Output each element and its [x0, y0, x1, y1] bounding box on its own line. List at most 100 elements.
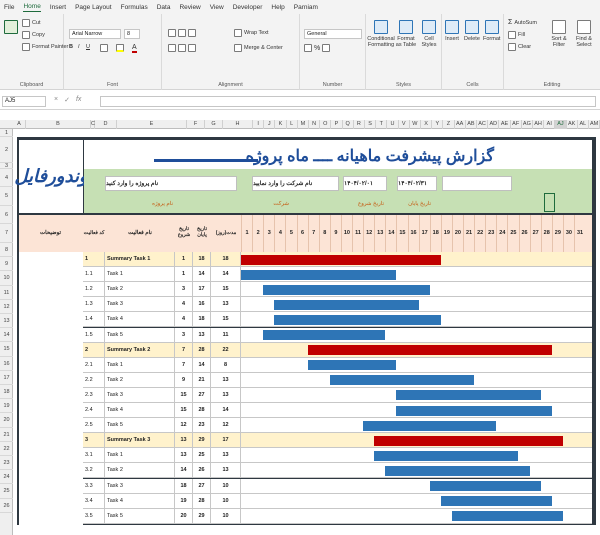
fill-color-button[interactable] — [116, 44, 124, 52]
column-header[interactable]: U — [387, 120, 399, 129]
menu-tab[interactable]: Data — [157, 4, 171, 11]
column-header[interactable]: S — [365, 120, 377, 129]
confirm-icon[interactable]: ✓ — [64, 96, 70, 104]
halign-buttons[interactable] — [168, 44, 196, 52]
cancel-icon[interactable]: × — [54, 96, 58, 104]
format-as-table-button[interactable]: Format as Table — [395, 20, 417, 48]
format-button[interactable]: Format — [483, 20, 500, 42]
task-bar[interactable] — [440, 496, 552, 507]
italic-button[interactable]: I — [78, 44, 80, 50]
column-header[interactable]: AH — [533, 120, 545, 129]
conditional-formatting-button[interactable]: Conditional Formatting — [367, 20, 395, 48]
menu-tab[interactable]: Page Layout — [75, 4, 112, 11]
menu-tab[interactable]: Formulas — [121, 4, 148, 11]
row-header[interactable]: 11 — [0, 286, 13, 300]
task-bar[interactable] — [307, 360, 397, 371]
task-row[interactable]: 3.5 Task 5 20 29 10 — [83, 508, 592, 524]
wrap-text-button[interactable]: Wrap Text — [234, 29, 269, 37]
task-row[interactable]: 1.3 Task 3 4 16 13 — [83, 297, 592, 313]
column-header[interactable]: AG — [522, 120, 533, 129]
cut-button[interactable]: Cut — [22, 19, 41, 27]
column-header[interactable]: P — [331, 120, 343, 129]
merge-center-button[interactable]: Merge & Center — [234, 44, 283, 52]
column-header[interactable]: M — [298, 120, 309, 129]
clear-button[interactable]: Clear — [508, 43, 531, 51]
column-header[interactable]: A — [13, 120, 26, 129]
column-header[interactable]: X — [421, 120, 433, 129]
paste-button[interactable] — [4, 20, 18, 34]
task-row[interactable]: 2 Summary Task 2 7 28 22 — [83, 342, 592, 358]
function-icon[interactable]: fx — [76, 96, 81, 104]
row-header[interactable]: 15 — [0, 342, 13, 357]
fill-button[interactable]: Fill — [508, 31, 525, 39]
column-header[interactable]: R — [354, 120, 365, 129]
column-header[interactable]: Z — [443, 120, 455, 129]
task-row[interactable]: 3.4 Task 4 19 28 10 — [83, 493, 592, 509]
task-bar[interactable] — [363, 420, 497, 431]
menu-tab[interactable]: Home — [23, 3, 41, 12]
task-bar[interactable] — [451, 511, 563, 522]
column-header[interactable]: W — [410, 120, 421, 129]
task-bar[interactable] — [396, 390, 541, 401]
column-header[interactable]: J — [264, 120, 276, 129]
extra-info-field[interactable] — [442, 176, 512, 191]
task-row[interactable]: 3.1 Task 1 13 25 13 — [83, 448, 592, 464]
row-header[interactable]: 8 — [0, 243, 13, 258]
row-header[interactable]: 16 — [0, 357, 13, 371]
column-header[interactable]: F — [187, 120, 205, 129]
column-header[interactable]: AI — [544, 120, 556, 129]
task-row[interactable]: 1.2 Task 2 3 17 15 — [83, 282, 592, 298]
row-header[interactable]: 12 — [0, 300, 13, 314]
row-header[interactable]: 18 — [0, 385, 13, 400]
row-header[interactable]: 25 — [0, 484, 13, 499]
font-name-select[interactable]: Arial Narrow — [69, 29, 121, 39]
column-header[interactable]: AJ — [555, 120, 567, 129]
column-header[interactable]: AE — [499, 120, 511, 129]
insert-button[interactable]: Insert — [445, 20, 459, 42]
row-header[interactable]: 14 — [0, 328, 13, 343]
row-header[interactable]: 6 — [0, 206, 13, 224]
sort-filter-button[interactable]: Sort & Filter — [548, 20, 570, 48]
task-bar[interactable] — [329, 375, 475, 386]
row-header[interactable]: 17 — [0, 371, 13, 385]
task-row[interactable]: 1.1 Task 1 1 14 14 — [83, 267, 592, 283]
task-row[interactable]: 2.2 Task 2 9 21 13 — [83, 372, 592, 388]
column-header[interactable]: D — [95, 120, 117, 129]
row-header[interactable]: 26 — [0, 499, 13, 513]
row-header[interactable]: 21 — [0, 428, 13, 442]
task-row[interactable]: 2.3 Task 3 15 27 13 — [83, 387, 592, 403]
column-header[interactable]: E — [117, 120, 187, 129]
task-row[interactable]: 3.3 Task 3 18 27 10 — [83, 478, 592, 494]
format-painter-button[interactable]: Format Painter — [22, 43, 68, 51]
column-header[interactable]: B — [26, 120, 91, 129]
underline-button[interactable]: U — [86, 44, 90, 50]
menu-tab[interactable]: Insert — [50, 4, 66, 11]
menu-tab[interactable]: Review — [179, 4, 200, 11]
column-header[interactable]: K — [275, 120, 287, 129]
task-bar[interactable] — [274, 314, 441, 325]
task-row[interactable]: 1 Summary Task 1 1 18 18 — [83, 252, 592, 268]
task-row[interactable]: 3.2 Task 2 14 26 13 — [83, 463, 592, 479]
bold-button[interactable]: B — [69, 44, 73, 50]
summary-bar[interactable] — [241, 254, 441, 265]
number-format-select[interactable]: General — [304, 29, 362, 39]
column-header[interactable]: L — [287, 120, 298, 129]
end-date-field[interactable]: ۱۴۰۴/۰۲/۳۱ — [397, 176, 437, 191]
task-row[interactable]: 2.1 Task 1 7 14 8 — [83, 357, 592, 373]
formula-input[interactable] — [100, 96, 596, 107]
cell-styles-button[interactable]: Cell Styles — [419, 20, 439, 48]
column-header[interactable]: H — [223, 120, 253, 129]
column-header[interactable]: AM — [589, 120, 600, 129]
row-header[interactable]: 4 — [0, 169, 13, 187]
column-header[interactable]: AC — [477, 120, 489, 129]
column-header[interactable]: AF — [511, 120, 522, 129]
start-date-field[interactable]: ۱۴۰۴/۰۲/۰۱ — [343, 176, 387, 191]
align-buttons[interactable] — [168, 29, 196, 37]
task-row[interactable]: 1.5 Task 5 3 13 11 — [83, 327, 592, 343]
selected-cell[interactable] — [544, 193, 555, 212]
description-column[interactable] — [19, 252, 83, 525]
task-bar[interactable] — [263, 330, 386, 340]
row-header[interactable]: 19 — [0, 399, 13, 414]
row-header[interactable]: 22 — [0, 442, 13, 456]
task-bar[interactable] — [429, 481, 541, 491]
